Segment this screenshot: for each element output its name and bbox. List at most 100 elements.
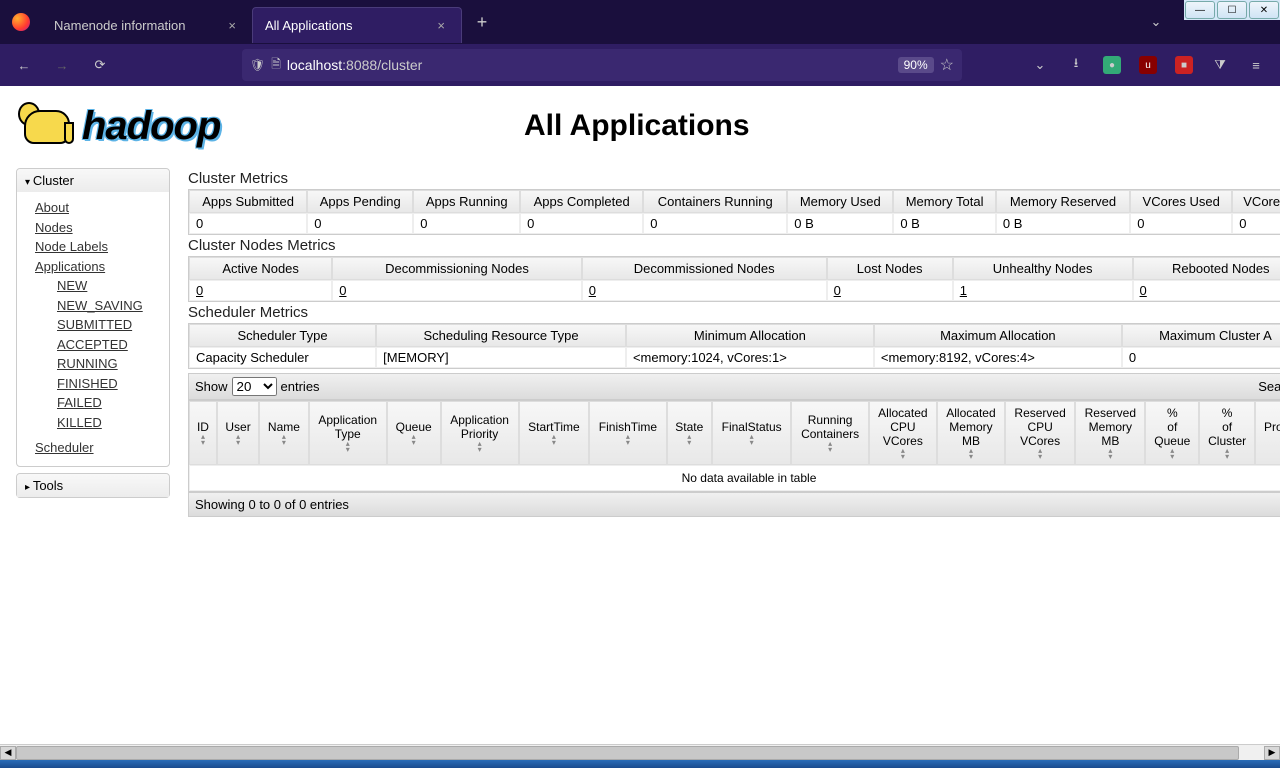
main-content: Cluster Metrics Apps SubmittedApps Pendi… xyxy=(188,168,1280,517)
column-header[interactable]: Apps Submitted xyxy=(189,190,307,213)
node-metrics-title: Cluster Nodes Metrics xyxy=(188,237,1280,254)
sidebar-link-running[interactable]: RUNNING xyxy=(57,354,161,374)
downloads-icon[interactable]: ⭳ xyxy=(1060,49,1092,81)
sidebar-link-scheduler[interactable]: Scheduler xyxy=(35,438,161,458)
cell: 0 xyxy=(1133,280,1280,301)
column-header[interactable]: Unhealthy Nodes xyxy=(953,257,1133,280)
app-column-header[interactable]: User▴▾ xyxy=(217,401,259,465)
node-metrics-table: Active NodesDecommissioning NodesDecommi… xyxy=(188,256,1280,302)
new-tab-button[interactable]: + xyxy=(468,8,496,36)
datatable-info: Showing 0 to 0 of 0 entries xyxy=(195,497,349,512)
tab-title: Namenode information xyxy=(54,18,186,33)
app-column-header[interactable]: FinalStatus▴▾ xyxy=(712,401,792,465)
bookmark-icon[interactable]: ☆ xyxy=(940,55,954,75)
column-header[interactable]: Maximum Allocation xyxy=(874,324,1122,347)
column-header[interactable]: VCores T xyxy=(1232,190,1280,213)
cell: 0 xyxy=(189,280,332,301)
scroll-right-icon[interactable]: ▶ xyxy=(1264,746,1280,760)
tabs-dropdown-icon[interactable]: ⌄ xyxy=(1142,8,1170,36)
tools-panel-header[interactable]: Tools xyxy=(17,474,169,497)
column-header[interactable]: Memory Used xyxy=(787,190,893,213)
sidebar-link-accepted[interactable]: ACCEPTED xyxy=(57,335,161,355)
cell: 0 xyxy=(1122,347,1280,368)
app-column-header[interactable]: ApplicationType▴▾ xyxy=(309,401,387,465)
zoom-badge[interactable]: 90% xyxy=(898,57,934,73)
entries-label: entries xyxy=(281,379,320,394)
forward-button[interactable]: → xyxy=(46,49,78,81)
column-header[interactable]: Apps Completed xyxy=(520,190,643,213)
app-column-header[interactable]: %ofCluster▴▾ xyxy=(1199,401,1255,465)
app-column-header[interactable]: AllocatedCPUVCores▴▾ xyxy=(869,401,937,465)
sidebar-link-nodes[interactable]: Nodes xyxy=(35,218,161,238)
cell: 0 xyxy=(307,213,413,234)
app-column-header[interactable]: Progre▴▾ xyxy=(1255,401,1280,465)
column-header[interactable]: Rebooted Nodes xyxy=(1133,257,1280,280)
sidebar-link-applications[interactable]: Applications xyxy=(35,257,161,277)
tab-namenode[interactable]: Namenode information × xyxy=(42,7,252,43)
column-header[interactable]: Memory Reserved xyxy=(996,190,1130,213)
column-header[interactable]: Minimum Allocation xyxy=(626,324,874,347)
extensions-icon[interactable]: ⧩ xyxy=(1204,49,1236,81)
column-header[interactable]: Memory Total xyxy=(893,190,996,213)
sidebar-link-submitted[interactable]: SUBMITTED xyxy=(57,315,161,335)
window-close[interactable]: ✕ xyxy=(1249,1,1279,19)
column-header[interactable]: Containers Running xyxy=(643,190,787,213)
column-header[interactable]: Apps Running xyxy=(413,190,520,213)
cell: 0 xyxy=(189,213,307,234)
browser-toolbar: ← → ⟳ 🛡 🗎 localhost:8088/cluster 90% ☆ ⌄… xyxy=(0,44,1280,86)
sidebar-link-about[interactable]: About xyxy=(35,198,161,218)
app-column-header[interactable]: ID▴▾ xyxy=(189,401,217,465)
sidebar-link-finished[interactable]: FINISHED xyxy=(57,374,161,394)
column-header[interactable]: Scheduler Type xyxy=(189,324,376,347)
close-icon[interactable]: × xyxy=(433,18,449,33)
column-header[interactable]: Apps Pending xyxy=(307,190,413,213)
sidebar-link-new-saving[interactable]: NEW_SAVING xyxy=(57,296,161,316)
url-bar[interactable]: 🛡 🗎 localhost:8088/cluster 90% ☆ xyxy=(242,49,962,81)
reload-button[interactable]: ⟳ xyxy=(84,49,116,81)
column-header[interactable]: Active Nodes xyxy=(189,257,332,280)
tab-all-applications[interactable]: All Applications × xyxy=(252,7,462,43)
sidebar-link-new[interactable]: NEW xyxy=(57,276,161,296)
app-column-header[interactable]: RunningContainers▴▾ xyxy=(791,401,868,465)
app-column-header[interactable]: ReservedCPUVCores▴▾ xyxy=(1005,401,1075,465)
app-column-header[interactable]: AllocatedMemoryMB▴▾ xyxy=(937,401,1005,465)
column-header[interactable]: Maximum Cluster A xyxy=(1122,324,1280,347)
empty-row: No data available in table xyxy=(189,465,1280,491)
scroll-left-icon[interactable]: ◀ xyxy=(0,746,16,760)
sidebar-link-killed[interactable]: KILLED xyxy=(57,413,161,433)
app-column-header[interactable]: State▴▾ xyxy=(667,401,712,465)
sidebar-link-node-labels[interactable]: Node Labels xyxy=(35,237,161,257)
pocket-icon[interactable]: ⌄ xyxy=(1024,49,1056,81)
cell: [MEMORY] xyxy=(376,347,626,368)
window-maximize[interactable]: ☐ xyxy=(1217,1,1247,19)
menu-icon[interactable]: ≡ xyxy=(1240,49,1272,81)
scheduler-metrics-table: Scheduler TypeScheduling Resource TypeMi… xyxy=(188,323,1280,369)
column-header[interactable]: VCores Used xyxy=(1130,190,1232,213)
column-header[interactable]: Scheduling Resource Type xyxy=(376,324,626,347)
column-header[interactable]: Decommissioned Nodes xyxy=(582,257,827,280)
firefox-icon xyxy=(0,0,42,44)
ublock-icon[interactable]: u xyxy=(1132,49,1164,81)
datatable-footer: Showing 0 to 0 of 0 entries Fir xyxy=(188,492,1280,517)
app-column-header[interactable]: StartTime▴▾ xyxy=(519,401,589,465)
extension2-icon[interactable]: ■ xyxy=(1168,49,1200,81)
window-minimize[interactable]: — xyxy=(1185,1,1215,19)
close-icon[interactable]: × xyxy=(224,18,240,33)
app-column-header[interactable]: ApplicationPriority▴▾ xyxy=(441,401,519,465)
tools-panel: Tools xyxy=(16,473,170,498)
app-column-header[interactable]: Queue▴▾ xyxy=(387,401,441,465)
app-column-header[interactable]: ReservedMemoryMB▴▾ xyxy=(1075,401,1145,465)
window-controls: — ☐ ✕ xyxy=(1184,0,1280,20)
cluster-metrics-table: Apps SubmittedApps PendingApps RunningAp… xyxy=(188,189,1280,235)
cluster-panel-header[interactable]: Cluster xyxy=(17,169,169,192)
column-header[interactable]: Lost Nodes xyxy=(827,257,953,280)
horizontal-scrollbar[interactable]: ◀ ▶ xyxy=(0,744,1280,760)
length-select[interactable]: 102050100 xyxy=(232,377,277,396)
app-column-header[interactable]: FinishTime▴▾ xyxy=(589,401,667,465)
sidebar-link-failed[interactable]: FAILED xyxy=(57,393,161,413)
app-column-header[interactable]: %ofQueue▴▾ xyxy=(1145,401,1199,465)
app-column-header[interactable]: Name▴▾ xyxy=(259,401,308,465)
column-header[interactable]: Decommissioning Nodes xyxy=(332,257,581,280)
extension-icon[interactable]: ● xyxy=(1096,49,1128,81)
back-button[interactable]: ← xyxy=(8,49,40,81)
